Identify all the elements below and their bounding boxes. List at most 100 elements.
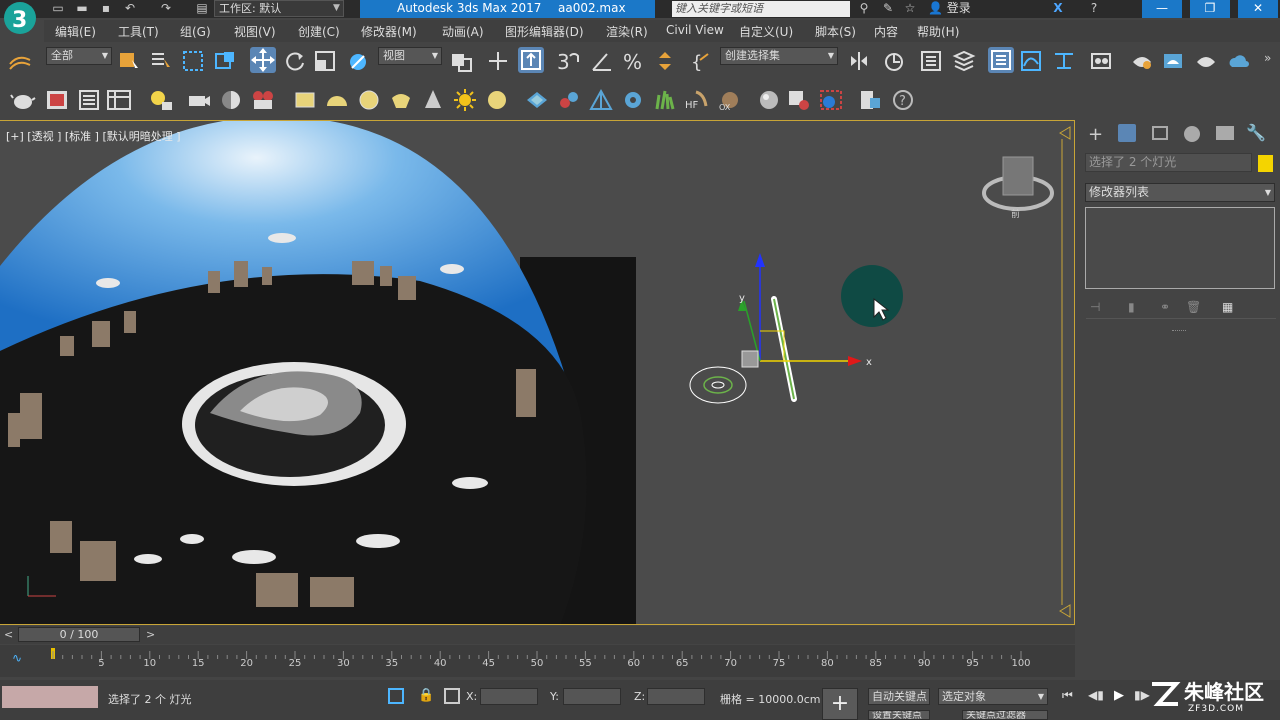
- rectangular-selection-icon[interactable]: [182, 50, 206, 72]
- menu-customize[interactable]: 自定义(U): [739, 23, 793, 40]
- 3dsmax-logo-icon[interactable]: 3: [2, 0, 42, 40]
- configure-sets-icon[interactable]: ▦: [1222, 300, 1233, 314]
- teapot-icon[interactable]: [10, 88, 36, 112]
- help-icon[interactable]: ?: [1086, 1, 1102, 16]
- map-browser-icon[interactable]: [786, 88, 812, 112]
- curve-editor-icon[interactable]: [1020, 50, 1044, 72]
- set-key-button[interactable]: 设置关键点: [868, 710, 930, 720]
- lock-icon[interactable]: 🔒: [418, 688, 434, 703]
- menu-group[interactable]: 组(G): [180, 23, 211, 40]
- isolate-selection-icon[interactable]: [388, 688, 404, 704]
- modifier-stack[interactable]: [1085, 207, 1275, 289]
- rendered-frame-window-icon[interactable]: [1162, 50, 1186, 72]
- new-file-icon[interactable]: ▭: [50, 1, 66, 16]
- link-icon[interactable]: [8, 50, 32, 72]
- selection-filter-dropdown[interactable]: 全部 ▼: [46, 47, 112, 65]
- gear-icon[interactable]: [620, 88, 646, 112]
- pin-stack-icon[interactable]: ⊣: [1090, 300, 1100, 314]
- render-setup-icon[interactable]: [1130, 50, 1154, 72]
- move-gizmo[interactable]: [738, 253, 862, 368]
- batch-render-icon[interactable]: [858, 88, 884, 112]
- scale-icon[interactable]: [314, 50, 338, 72]
- grass-icon[interactable]: [652, 88, 678, 112]
- omni-light-icon[interactable]: [484, 88, 510, 112]
- x-coord-field[interactable]: [480, 688, 538, 705]
- material-sphere-icon[interactable]: [756, 88, 782, 112]
- camera-icon[interactable]: [186, 88, 212, 112]
- open-file-icon[interactable]: ▬: [74, 1, 90, 16]
- pivot-center-icon[interactable]: [450, 50, 474, 72]
- render-region-icon[interactable]: [818, 88, 844, 112]
- perspective-viewport[interactable]: x y 前: [0, 120, 1075, 625]
- select-by-name-icon[interactable]: [150, 50, 172, 72]
- render-cloud-icon[interactable]: [1226, 50, 1250, 72]
- atom-icon[interactable]: [556, 88, 582, 112]
- subscription-icon[interactable]: ✎: [880, 1, 896, 16]
- window-crossing-icon[interactable]: [214, 50, 238, 72]
- angle-snap-icon[interactable]: [590, 50, 614, 72]
- menu-edit[interactable]: 编辑(E): [55, 23, 96, 40]
- spinner-snap-icon[interactable]: [654, 50, 678, 72]
- hair-fur-icon[interactable]: HF: [684, 88, 710, 112]
- light-lister-icon[interactable]: [148, 88, 174, 112]
- hierarchy-tab-icon[interactable]: [1152, 126, 1168, 140]
- percent-snap-icon[interactable]: %: [622, 50, 646, 72]
- rotate-icon[interactable]: [284, 50, 306, 72]
- menu-help[interactable]: 帮助(H): [917, 23, 959, 40]
- menu-rendering[interactable]: 渲染(R): [606, 23, 648, 40]
- selection-name-field[interactable]: 选择了 2 个灯光: [1085, 153, 1252, 172]
- menu-create[interactable]: 创建(C): [298, 23, 340, 40]
- chevron-down-icon[interactable]: ▼: [333, 0, 345, 17]
- time-slider-next[interactable]: >: [146, 628, 155, 641]
- create-tab-icon[interactable]: +: [1088, 124, 1103, 145]
- remove-modifier-icon[interactable]: 🗑: [1186, 300, 1201, 314]
- cloth-icon[interactable]: OX: [716, 88, 742, 112]
- menu-views[interactable]: 视图(V): [234, 23, 276, 40]
- place-icon[interactable]: [346, 50, 370, 72]
- panel-grip[interactable]: [1172, 330, 1186, 332]
- toggle-ribbon-button[interactable]: [988, 47, 1014, 73]
- z-coord-field[interactable]: [647, 688, 705, 705]
- utilities-tab-icon[interactable]: 🔧: [1246, 123, 1266, 142]
- menu-tools[interactable]: 工具(T): [118, 23, 159, 40]
- y-coord-field[interactable]: [563, 688, 621, 705]
- redo-icon[interactable]: ↷: [158, 1, 174, 16]
- edit-named-selection-icon[interactable]: {: [690, 50, 714, 72]
- key-filters-button[interactable]: 关键点过滤器: [962, 710, 1048, 720]
- modify-tab-icon[interactable]: [1118, 124, 1136, 142]
- object-color-swatch[interactable]: [1258, 155, 1273, 172]
- project-folder-icon[interactable]: ▤: [194, 1, 210, 16]
- show-end-result-icon[interactable]: ▮: [1128, 300, 1135, 314]
- key-mode-dropdown[interactable]: 选定对象 ▼: [938, 688, 1048, 705]
- schematic-view-icon[interactable]: [1052, 50, 1076, 72]
- time-slider-prev[interactable]: <: [4, 628, 13, 641]
- curve-editor-mini-icon[interactable]: ∿: [12, 651, 22, 665]
- material-editor-icon[interactable]: [1090, 50, 1114, 72]
- viewport-label[interactable]: [+] [透视 ] [标准 ] [默认明暗处理 ]: [6, 128, 181, 144]
- time-slider-thumb[interactable]: 0 / 100: [18, 627, 140, 642]
- sphere-primitive-icon[interactable]: [356, 88, 382, 112]
- menu-scripting[interactable]: 脚本(S): [815, 23, 856, 40]
- workspace-dropdown[interactable]: 工作区: 默认: [214, 0, 344, 17]
- geosphere-primitive-icon[interactable]: [388, 88, 414, 112]
- minimize-button[interactable]: —: [1142, 0, 1182, 18]
- absolute-mode-icon[interactable]: [444, 688, 460, 704]
- previous-frame-icon[interactable]: ◀▮: [1088, 688, 1104, 702]
- menu-modifiers[interactable]: 修改器(M): [361, 23, 417, 40]
- render-production-icon[interactable]: [1194, 50, 1218, 72]
- menu-graph-editors[interactable]: 图形编辑器(D): [505, 23, 584, 40]
- play-icon[interactable]: ▶: [1114, 688, 1124, 703]
- close-button[interactable]: ✕: [1238, 0, 1278, 18]
- viewcube[interactable]: [982, 156, 1054, 211]
- cone-primitive-icon[interactable]: [420, 88, 446, 112]
- table-icon[interactable]: [106, 88, 132, 112]
- maximize-button[interactable]: ❐: [1190, 0, 1230, 18]
- particle-icon[interactable]: [524, 88, 550, 112]
- half-sphere-icon[interactable]: [218, 88, 244, 112]
- select-move-button[interactable]: [250, 47, 276, 73]
- save-file-icon[interactable]: ▪: [98, 1, 114, 16]
- toolbar-overflow-icon[interactable]: »: [1264, 51, 1271, 65]
- render-frame-icon[interactable]: [44, 88, 70, 112]
- menu-content[interactable]: 内容: [874, 23, 898, 40]
- keyboard-shortcut-override-button[interactable]: [518, 47, 544, 73]
